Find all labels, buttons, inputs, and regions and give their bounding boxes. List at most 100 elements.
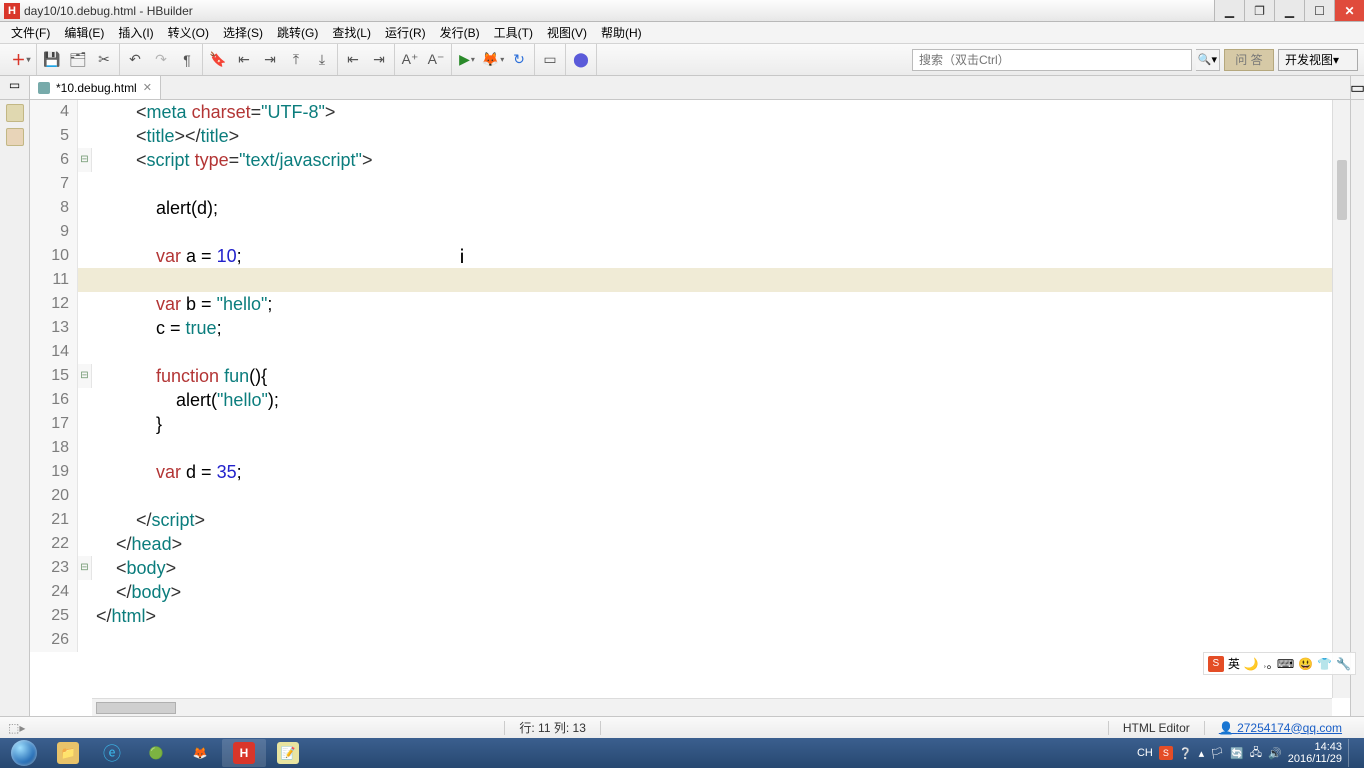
code-content[interactable]: var b = "hello"; (92, 292, 272, 316)
code-line[interactable]: 14 (30, 340, 1350, 364)
tray-up-icon[interactable]: ▴ (1199, 747, 1205, 760)
code-content[interactable]: } (92, 412, 162, 436)
code-content[interactable]: <title></title> (92, 124, 239, 148)
code-content[interactable]: </html> (92, 604, 156, 628)
fold-icon[interactable]: ⊟ (78, 364, 92, 388)
code-line[interactable]: 25</html> (30, 604, 1350, 628)
project-explorer-icon[interactable] (6, 104, 24, 122)
ime-tool-icon[interactable]: 🔧 (1336, 657, 1351, 671)
menu-item[interactable]: 插入(I) (111, 24, 160, 41)
code-line[interactable]: 17 } (30, 412, 1350, 436)
save-button[interactable]: 💾 (43, 51, 61, 69)
cut-button[interactable]: ✂ (95, 51, 113, 69)
ime-face-icon[interactable]: 😃 (1298, 657, 1313, 671)
taskbar-firefox[interactable]: 🦊 (178, 739, 222, 767)
code-content[interactable]: alert("hello"); (92, 388, 279, 412)
search-input[interactable] (912, 49, 1192, 71)
menu-item[interactable]: 选择(S) (216, 24, 270, 41)
ime-skin-icon[interactable]: 👕 (1317, 657, 1332, 671)
step-in-button[interactable]: ⤓ (313, 51, 331, 69)
code-content[interactable]: var d = 35; (92, 460, 242, 484)
code-line[interactable]: 9 (30, 220, 1350, 244)
code-content[interactable]: <meta charset="UTF-8"> (92, 100, 335, 124)
code-line[interactable]: 7 (30, 172, 1350, 196)
code-line[interactable]: 19 var d = 35; (30, 460, 1350, 484)
editor-tab[interactable]: *10.debug.html ✕ (30, 76, 161, 99)
taskbar-hbuilder[interactable]: H (222, 739, 266, 767)
code-line[interactable]: 23⊟ <body> (30, 556, 1350, 580)
code-line[interactable]: 15⊟ function fun(){ (30, 364, 1350, 388)
menu-item[interactable]: 转义(O) (161, 24, 216, 41)
globe-button[interactable]: ⬤ (572, 51, 590, 69)
code-line[interactable]: 20 (30, 484, 1350, 508)
tab-close-icon[interactable]: ✕ (143, 81, 152, 94)
new-file-button[interactable]: ＋▾ (12, 51, 30, 69)
code-line[interactable]: 26 (30, 628, 1350, 652)
code-content[interactable]: alert(d); (92, 196, 218, 220)
menu-item[interactable]: 工具(T) (487, 24, 540, 41)
undo-button[interactable]: ↶ (126, 51, 144, 69)
code-line[interactable]: 10 var a = 10; (30, 244, 1350, 268)
code-content[interactable]: <body> (92, 556, 176, 580)
menu-item[interactable]: 运行(R) (378, 24, 433, 41)
ime-keyboard-icon[interactable]: ⌨ (1277, 657, 1294, 671)
window-maximize-button[interactable]: ☐ (1304, 0, 1334, 21)
ime-comma-icon[interactable]: ˒｡ (1263, 655, 1273, 672)
taskbar-explorer[interactable]: 📁 (46, 739, 90, 767)
format-button[interactable]: ¶ (178, 51, 196, 69)
fold-icon[interactable]: ⊟ (78, 148, 92, 172)
menu-item[interactable]: 发行(B) (433, 24, 487, 41)
code-line[interactable]: 11 (30, 268, 1350, 292)
font-smaller-button[interactable]: A⁻ (427, 51, 445, 69)
user-account[interactable]: 👤 27254174@qq.com (1205, 721, 1356, 735)
run-button[interactable]: ▶▾ (458, 51, 476, 69)
start-button[interactable] (2, 739, 46, 767)
fold-icon[interactable]: ⊟ (78, 556, 92, 580)
view-selector[interactable]: 开发视图 ▾ (1278, 49, 1358, 71)
tray-flag-icon[interactable]: 🏳 (1210, 747, 1224, 760)
code-content[interactable]: </body> (92, 580, 181, 604)
ime-moon-icon[interactable]: 🌙 (1244, 657, 1259, 671)
vertical-scrollbar[interactable] (1332, 100, 1350, 698)
menu-item[interactable]: 查找(L) (325, 24, 378, 41)
tray-lang[interactable]: CH (1137, 747, 1153, 759)
tray-sync-icon[interactable]: 🔄 (1230, 747, 1244, 760)
menu-item[interactable]: 视图(V) (540, 24, 594, 41)
redo-button[interactable]: ↷ (152, 51, 170, 69)
code-line[interactable]: 16 alert("hello"); (30, 388, 1350, 412)
menu-item[interactable]: 跳转(G) (270, 24, 325, 41)
outline-icon[interactable] (6, 128, 24, 146)
tray-help-icon[interactable]: ❔ (1179, 747, 1193, 760)
tray-network-icon[interactable]: 🖧 (1250, 744, 1262, 763)
taskbar-notepad[interactable]: 📝 (266, 739, 310, 767)
font-bigger-button[interactable]: A⁺ (401, 51, 419, 69)
code-line[interactable]: 18 (30, 436, 1350, 460)
tray-clock[interactable]: 14:43 2016/11/29 (1288, 741, 1342, 765)
show-desktop-button[interactable] (1348, 739, 1356, 767)
window-close-button[interactable]: ✕ (1334, 0, 1364, 21)
window-restore-button[interactable]: ❐ (1244, 0, 1274, 21)
tray-sogou-icon[interactable]: S (1159, 746, 1173, 760)
ime-float-bar[interactable]: S 英 🌙 ˒｡ ⌨ 😃 👕 🔧 (1203, 652, 1356, 675)
indent-button[interactable]: ⇥ (370, 51, 388, 69)
bookmark-button[interactable]: 🔖 (209, 51, 227, 69)
menu-item[interactable]: 文件(F) (4, 24, 57, 41)
code-content[interactable]: </head> (92, 532, 182, 556)
menu-item[interactable]: 编辑(E) (57, 24, 111, 41)
terminal-button[interactable]: ▭ (541, 51, 559, 69)
taskbar-ie[interactable]: ⓔ (90, 739, 134, 767)
window-minimize2-button[interactable]: ▁ (1274, 0, 1304, 21)
horizontal-scrollbar[interactable] (92, 698, 1332, 716)
code-line[interactable]: 12 var b = "hello"; (30, 292, 1350, 316)
code-line[interactable]: 4 <meta charset="UTF-8"> (30, 100, 1350, 124)
left-gutter-toggle[interactable]: ▭ (0, 76, 30, 99)
save-all-button[interactable]: 🗂 (69, 51, 87, 69)
nav-fwd-button[interactable]: ⇥ (261, 51, 279, 69)
window-minimize-button[interactable]: ▁ (1214, 0, 1244, 21)
code-line[interactable]: 21 </script> (30, 508, 1350, 532)
code-line[interactable]: 6⊟ <script type="text/javascript"> (30, 148, 1350, 172)
search-button[interactable]: 🔍▾ (1196, 49, 1220, 71)
code-editor[interactable]: 4 <meta charset="UTF-8">5 <title></title… (30, 100, 1350, 716)
code-line[interactable]: 22 </head> (30, 532, 1350, 556)
refresh-button[interactable]: ↻ (510, 51, 528, 69)
